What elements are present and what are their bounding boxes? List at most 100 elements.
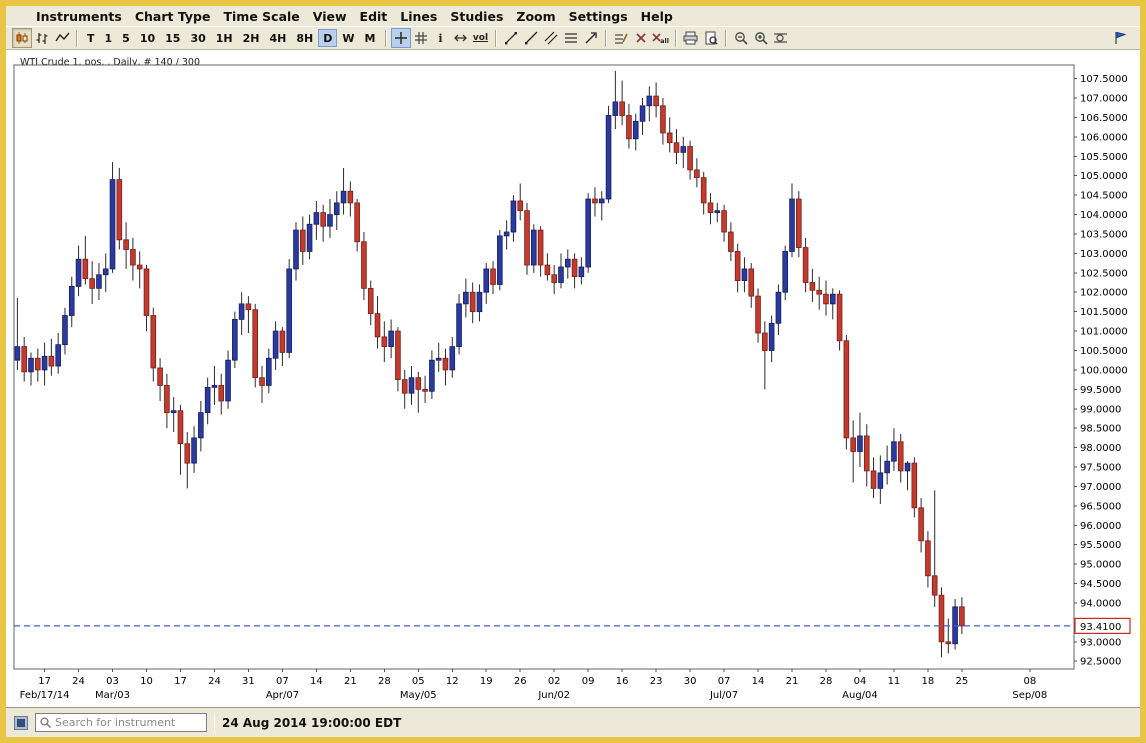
flag-button[interactable]	[1110, 28, 1130, 48]
crosshair-button[interactable]	[391, 28, 411, 48]
timeframe-button[interactable]: 8H	[291, 29, 318, 47]
svg-text:95.5000: 95.5000	[1080, 540, 1121, 551]
menu-settings[interactable]: Settings	[569, 9, 628, 24]
svg-text:31: 31	[242, 676, 255, 687]
toolbar-separator	[495, 30, 497, 47]
timeframe-button[interactable]: 4H	[265, 29, 292, 47]
svg-text:96.5000: 96.5000	[1080, 501, 1121, 512]
timeframe-button[interactable]: W	[337, 29, 359, 47]
svg-text:Jun/02: Jun/02	[537, 690, 570, 701]
svg-text:17: 17	[38, 676, 51, 687]
svg-text:21: 21	[786, 676, 799, 687]
manage-lines-icon	[614, 31, 628, 45]
timeframe-button[interactable]: 1H	[211, 29, 238, 47]
svg-text:101.0000: 101.0000	[1080, 327, 1128, 338]
menu-studies[interactable]: Studies	[450, 9, 503, 24]
timeframe-button[interactable]: 10	[135, 29, 160, 47]
toolbar-separator	[76, 30, 78, 47]
info-icon: i	[438, 32, 442, 45]
svg-text:19: 19	[480, 676, 493, 687]
svg-text:97.5000: 97.5000	[1080, 463, 1121, 474]
timeframe-button[interactable]: 15	[160, 29, 185, 47]
manage-lines-button[interactable]	[611, 28, 631, 48]
menu-edit[interactable]: Edit	[360, 9, 388, 24]
svg-text:106.0000: 106.0000	[1080, 132, 1128, 143]
status-separator	[214, 713, 215, 733]
timeframe-button[interactable]: 30	[185, 29, 210, 47]
svg-text:30: 30	[684, 676, 697, 687]
timeframe-button[interactable]: 2H	[238, 29, 265, 47]
delete-line-button[interactable]	[631, 28, 651, 48]
menu-chart-type[interactable]: Chart Type	[135, 9, 211, 24]
menu-bar: Instruments Chart Type Time Scale View E…	[6, 6, 1140, 26]
svg-text:25: 25	[956, 676, 969, 687]
search-input[interactable]	[55, 716, 202, 729]
expand-horizontal-button[interactable]	[451, 28, 471, 48]
delete-icon	[635, 32, 647, 44]
channel-tool-button[interactable]	[541, 28, 561, 48]
print-icon	[683, 31, 698, 45]
flag-icon	[1114, 31, 1126, 45]
fibonacci-tool-button[interactable]	[561, 28, 581, 48]
svg-text:12: 12	[446, 676, 459, 687]
instrument-color-chip[interactable]	[14, 716, 28, 730]
svg-text:16: 16	[616, 676, 629, 687]
status-timestamp: 24 Aug 2014 19:00:00 EDT	[222, 716, 401, 730]
fibonacci-icon	[564, 31, 578, 45]
svg-text:106.5000: 106.5000	[1080, 113, 1128, 124]
timeframe-button[interactable]: 5	[117, 29, 135, 47]
svg-text:95.0000: 95.0000	[1080, 560, 1121, 571]
timeframe-button[interactable]: 1	[100, 29, 118, 47]
svg-text:Feb/17/14: Feb/17/14	[20, 690, 70, 701]
delete-all-lines-button[interactable]: all	[651, 28, 671, 48]
print-preview-button[interactable]	[701, 28, 721, 48]
svg-text:98.0000: 98.0000	[1080, 443, 1121, 454]
menu-zoom[interactable]: Zoom	[516, 9, 555, 24]
candlestick-chart-button[interactable]	[12, 28, 32, 48]
print-button[interactable]	[681, 28, 701, 48]
svg-text:102.5000: 102.5000	[1080, 268, 1128, 279]
timeframe-button-daily[interactable]: D	[318, 29, 337, 47]
chart-panel: WTI Crude 1. pos. , Daily, # 140 / 300 1…	[6, 50, 1140, 707]
print-preview-icon	[704, 31, 718, 45]
svg-text:100.5000: 100.5000	[1080, 346, 1128, 357]
toolbar-separator	[675, 30, 677, 47]
menu-time-scale[interactable]: Time Scale	[223, 9, 299, 24]
svg-text:09: 09	[582, 676, 595, 687]
candlestick-chart[interactable]: 107.5000107.0000106.5000106.0000105.5000…	[6, 63, 1140, 707]
trendline-tool-button[interactable]	[501, 28, 521, 48]
svg-text:93.0000: 93.0000	[1080, 637, 1121, 648]
timeframe-button[interactable]: T	[82, 29, 100, 47]
svg-text:Sep/08: Sep/08	[1012, 690, 1047, 701]
volume-button[interactable]: vol	[471, 28, 491, 48]
info-button[interactable]: i	[431, 28, 451, 48]
zoom-in-button[interactable]	[751, 28, 771, 48]
ray-tool-button[interactable]	[521, 28, 541, 48]
menu-help[interactable]: Help	[641, 9, 673, 24]
chart-title-strip: WTI Crude 1. pos. , Daily, # 140 / 300	[6, 50, 1140, 63]
menu-view[interactable]: View	[313, 9, 347, 24]
arrow-line-tool-button[interactable]	[581, 28, 601, 48]
instrument-search-box[interactable]	[35, 713, 207, 732]
svg-text:101.5000: 101.5000	[1080, 307, 1128, 318]
svg-text:02: 02	[548, 676, 561, 687]
delete-all-label: all	[660, 37, 669, 45]
timeframe-button[interactable]: M	[360, 29, 381, 47]
svg-text:Jul/07: Jul/07	[709, 690, 738, 701]
crosshair-icon	[394, 31, 408, 45]
svg-text:18: 18	[922, 676, 935, 687]
svg-text:28: 28	[820, 676, 833, 687]
horizontal-arrows-icon	[453, 32, 468, 44]
menu-instruments[interactable]: Instruments	[36, 9, 122, 24]
menu-lines[interactable]: Lines	[400, 9, 437, 24]
line-chart-button[interactable]	[52, 28, 72, 48]
svg-text:21: 21	[344, 676, 357, 687]
svg-text:08: 08	[1023, 676, 1036, 687]
grid-button[interactable]	[411, 28, 431, 48]
zoom-range-button[interactable]	[771, 28, 791, 48]
svg-text:07: 07	[276, 676, 289, 687]
svg-text:14: 14	[752, 676, 765, 687]
ohlc-bars-button[interactable]	[32, 28, 52, 48]
zoom-out-button[interactable]	[731, 28, 751, 48]
svg-text:17: 17	[174, 676, 187, 687]
